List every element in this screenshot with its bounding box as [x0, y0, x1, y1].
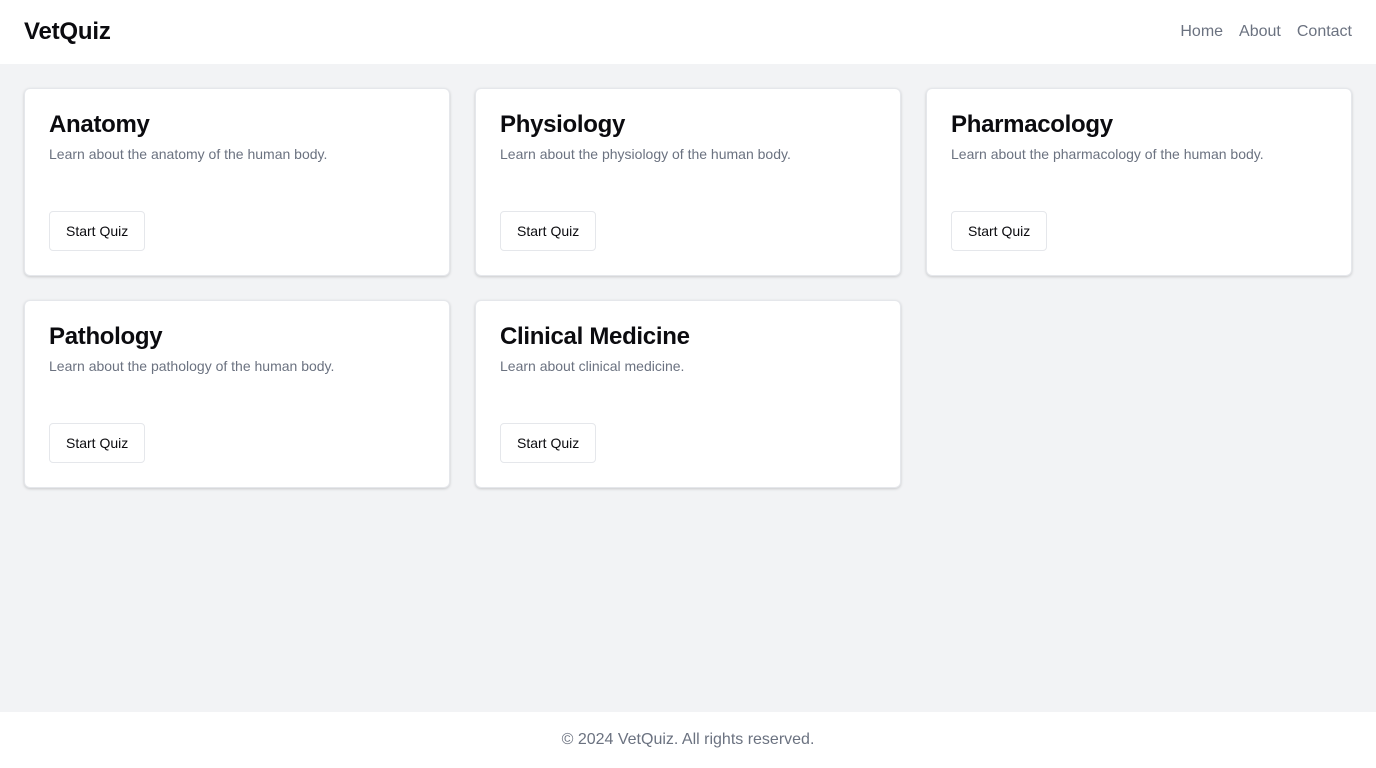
site-header: VetQuiz Home About Contact	[0, 0, 1376, 64]
brand-logo[interactable]: VetQuiz	[24, 18, 111, 46]
card-description: Learn about the anatomy of the human bod…	[49, 146, 328, 162]
quiz-card-pharmacology: Pharmacology Learn about the pharmacolog…	[926, 88, 1352, 276]
quiz-card-anatomy: Anatomy Learn about the anatomy of the h…	[24, 88, 450, 276]
card-description: Learn about clinical medicine.	[500, 358, 685, 374]
card-title: Physiology	[500, 111, 626, 138]
copyright-text: © 2024 VetQuiz. All rights reserved.	[561, 731, 815, 748]
start-quiz-button[interactable]: Start Quiz	[49, 423, 146, 463]
start-quiz-button[interactable]: Start Quiz	[500, 423, 597, 463]
main-nav: Home About Contact	[1180, 23, 1352, 41]
card-title: Anatomy	[49, 111, 150, 138]
card-title: Clinical Medicine	[500, 323, 690, 350]
quiz-card-physiology: Physiology Learn about the physiology of…	[475, 88, 901, 276]
site-footer: © 2024 VetQuiz. All rights reserved.	[0, 712, 1376, 768]
card-title: Pharmacology	[951, 111, 1113, 138]
quiz-grid: Anatomy Learn about the anatomy of the h…	[24, 88, 1352, 488]
start-quiz-button[interactable]: Start Quiz	[49, 211, 146, 251]
start-quiz-button[interactable]: Start Quiz	[951, 211, 1048, 251]
card-title: Pathology	[49, 323, 163, 350]
quiz-card-pathology: Pathology Learn about the pathology of t…	[24, 300, 450, 488]
card-description: Learn about the physiology of the human …	[500, 146, 791, 162]
nav-link-home[interactable]: Home	[1180, 23, 1223, 41]
quiz-card-clinical-medicine: Clinical Medicine Learn about clinical m…	[475, 300, 901, 488]
start-quiz-button[interactable]: Start Quiz	[500, 211, 597, 251]
card-description: Learn about the pathology of the human b…	[49, 358, 335, 374]
nav-link-about[interactable]: About	[1239, 23, 1281, 41]
card-description: Learn about the pharmacology of the huma…	[951, 146, 1264, 162]
nav-link-contact[interactable]: Contact	[1297, 23, 1352, 41]
